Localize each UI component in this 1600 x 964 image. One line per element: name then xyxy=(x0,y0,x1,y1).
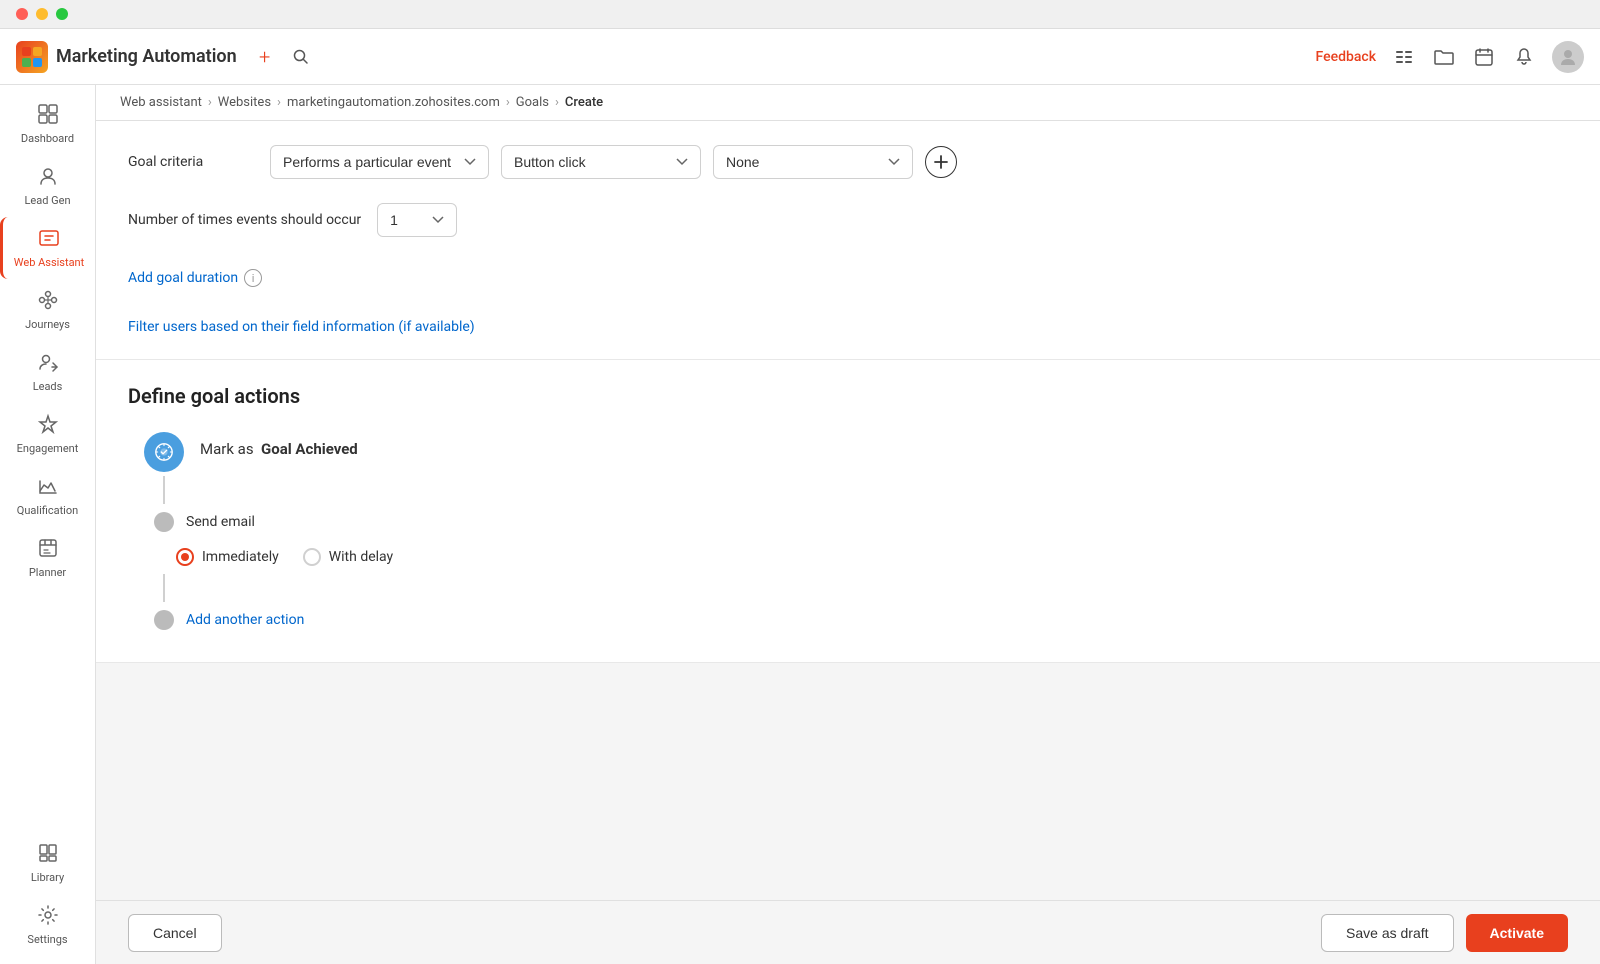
sidebar-item-label-planner: Planner xyxy=(29,566,66,579)
immediately-label: Immediately xyxy=(202,549,279,565)
engagement-icon xyxy=(37,413,59,438)
info-icon[interactable]: i xyxy=(244,269,262,287)
sidebar-item-web-assistant[interactable]: Web Assistant xyxy=(0,217,95,279)
topbar-right: Feedback xyxy=(1316,41,1584,73)
define-goal-actions-card: Define goal actions xyxy=(96,360,1600,663)
topbar: Marketing Automation + Feedback xyxy=(0,29,1600,85)
footer-right: Save as draft Activate xyxy=(1321,914,1568,952)
event-filter-dropdown[interactable]: None Option 1 Option 2 xyxy=(713,145,913,179)
sidebar-item-qualification[interactable]: Qualification xyxy=(0,465,95,527)
goal-achieved-node: Mark as Goal Achieved xyxy=(144,432,1568,472)
with-delay-option[interactable]: With delay xyxy=(303,548,393,566)
qualification-icon xyxy=(37,475,59,500)
with-delay-label: With delay xyxy=(329,549,393,565)
window-chrome xyxy=(0,0,1600,29)
event-type-dropdown[interactable]: Performs a particular event Visits a pag… xyxy=(270,145,489,179)
search-icon[interactable] xyxy=(289,45,313,69)
cancel-button[interactable]: Cancel xyxy=(128,914,222,952)
breadcrumb-websites[interactable]: Websites xyxy=(218,95,271,110)
section-title: Define goal actions xyxy=(128,384,1568,408)
sidebar-item-label-dashboard: Dashboard xyxy=(21,132,74,145)
save-draft-button[interactable]: Save as draft xyxy=(1321,914,1454,952)
add-icon[interactable]: + xyxy=(253,45,277,69)
event-subtype-dropdown[interactable]: Button click Form submit Page visit xyxy=(501,145,701,179)
send-email-circle xyxy=(154,512,174,532)
times-row: Number of times events should occur 1 2 … xyxy=(128,203,1568,237)
sidebar-item-lead-gen[interactable]: Lead Gen xyxy=(0,155,95,217)
sidebar-item-label-engagement: Engagement xyxy=(17,442,79,455)
breadcrumb-web-assistant[interactable]: Web assistant xyxy=(120,95,202,110)
planner-icon xyxy=(37,537,59,562)
breadcrumb: Web assistant › Websites › marketingauto… xyxy=(96,85,1600,121)
content-area: Web assistant › Websites › marketingauto… xyxy=(96,85,1600,964)
times-dropdown[interactable]: 1 2 3 4 5 xyxy=(377,203,457,237)
bell-icon[interactable] xyxy=(1512,45,1536,69)
goal-criteria-card: Goal criteria Performs a particular even… xyxy=(96,121,1600,360)
folder-icon[interactable] xyxy=(1432,45,1456,69)
calendar-icon[interactable] xyxy=(1472,45,1496,69)
email-timing-options: Immediately With delay xyxy=(144,540,1568,574)
sidebar-item-label-lead-gen: Lead Gen xyxy=(24,194,70,207)
list-icon[interactable] xyxy=(1392,45,1416,69)
scroll-content: Goal criteria Performs a particular even… xyxy=(96,121,1600,900)
immediately-radio[interactable] xyxy=(176,548,194,566)
add-action-node: Add another action xyxy=(144,602,1568,638)
journeys-icon xyxy=(37,289,59,314)
library-icon xyxy=(37,842,59,867)
sidebar-item-label-library: Library xyxy=(31,871,64,884)
sidebar-item-label-settings: Settings xyxy=(27,933,67,946)
close-dot[interactable] xyxy=(16,8,28,20)
sidebar-item-label-leads: Leads xyxy=(33,380,63,393)
main-layout: Dashboard Lead Gen Web Assistant xyxy=(0,85,1600,964)
add-goal-duration-link[interactable]: Add goal duration i xyxy=(128,269,262,287)
goal-achieved-content: Mark as Goal Achieved xyxy=(200,432,358,458)
feedback-link[interactable]: Feedback xyxy=(1316,49,1376,65)
web-assistant-icon xyxy=(38,227,60,252)
goal-achieved-label: Mark as Goal Achieved xyxy=(200,440,358,458)
send-email-node: Send email xyxy=(144,504,1568,540)
activate-button[interactable]: Activate xyxy=(1466,914,1568,952)
with-delay-radio[interactable] xyxy=(303,548,321,566)
goal-action-flow: Mark as Goal Achieved Send email xyxy=(128,432,1568,638)
breadcrumb-site[interactable]: marketingautomation.zohosites.com xyxy=(287,95,500,110)
logo-area: Marketing Automation xyxy=(16,41,237,73)
sidebar-item-label-qualification: Qualification xyxy=(17,504,78,517)
minimize-dot[interactable] xyxy=(36,8,48,20)
sidebar-item-leads[interactable]: Leads xyxy=(0,341,95,403)
sidebar-item-planner[interactable]: Planner xyxy=(0,527,95,589)
dashboard-icon xyxy=(37,103,59,128)
send-email-label: Send email xyxy=(186,514,255,530)
lead-gen-icon xyxy=(37,165,59,190)
goal-achieved-icon xyxy=(144,432,184,472)
times-label: Number of times events should occur xyxy=(128,212,361,228)
sidebar-item-label-journeys: Journeys xyxy=(25,318,70,331)
sidebar-item-journeys[interactable]: Journeys xyxy=(0,279,95,341)
add-criteria-button[interactable] xyxy=(925,146,957,178)
breadcrumb-create: Create xyxy=(565,95,603,110)
sidebar-item-library[interactable]: Library xyxy=(0,832,95,894)
sidebar-item-dashboard[interactable]: Dashboard xyxy=(0,93,95,155)
topbar-actions: + xyxy=(253,45,313,69)
zoho-logo xyxy=(16,41,48,73)
connector-2 xyxy=(163,574,165,602)
maximize-dot[interactable] xyxy=(56,8,68,20)
app-title: Marketing Automation xyxy=(56,46,237,67)
footer: Cancel Save as draft Activate xyxy=(96,900,1600,964)
goal-criteria-label: Goal criteria xyxy=(128,154,258,170)
sidebar-item-label-web-assistant: Web Assistant xyxy=(14,256,84,269)
criteria-row: Goal criteria Performs a particular even… xyxy=(128,145,1568,179)
leads-icon xyxy=(37,351,59,376)
filter-users-link[interactable]: Filter users based on their field inform… xyxy=(128,319,475,335)
connector-1 xyxy=(163,476,165,504)
settings-icon xyxy=(37,904,59,929)
immediately-option[interactable]: Immediately xyxy=(176,548,279,566)
add-action-circle xyxy=(154,610,174,630)
breadcrumb-goals[interactable]: Goals xyxy=(516,95,549,110)
user-avatar[interactable] xyxy=(1552,41,1584,73)
sidebar-item-engagement[interactable]: Engagement xyxy=(0,403,95,465)
add-another-action-link[interactable]: Add another action xyxy=(186,612,304,628)
sidebar-item-settings[interactable]: Settings xyxy=(0,894,95,956)
sidebar: Dashboard Lead Gen Web Assistant xyxy=(0,85,96,964)
